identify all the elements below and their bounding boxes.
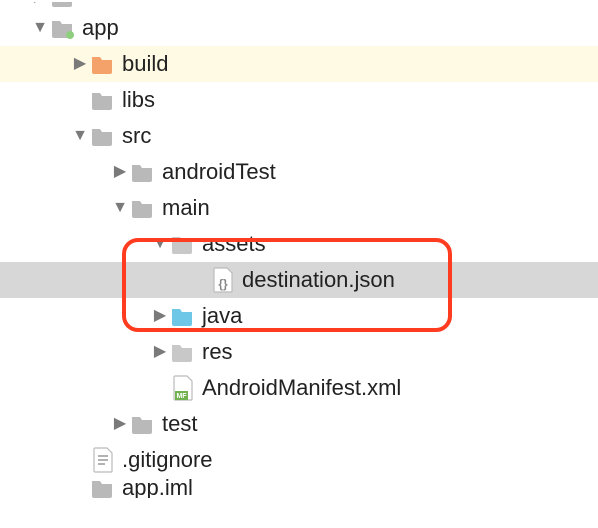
tree-row-java[interactable]: ▶ java [0, 298, 598, 334]
tree-row-test[interactable]: ▶ test [0, 406, 598, 442]
tree-row-build[interactable]: ▶ build [0, 46, 598, 82]
tree-row-androidtest[interactable]: ▶ androidTest [0, 154, 598, 190]
folder-gray-icon [130, 159, 156, 185]
tree-label: main [162, 190, 210, 225]
folder-gray-icon [90, 123, 116, 149]
tree-label: assets [202, 226, 266, 261]
expand-arrow-icon[interactable]: ▶ [30, 2, 50, 10]
tree-row-manifest[interactable]: ▶ MF AndroidManifest.xml [0, 370, 598, 406]
tree-row-assets[interactable]: ▼ assets [0, 226, 598, 262]
folder-gray-icon [130, 195, 156, 221]
tree-label: libs [122, 82, 155, 117]
folder-gray-icon [50, 2, 76, 10]
tree-label: app [82, 10, 119, 45]
tree-row-src[interactable]: ▼ src [0, 118, 598, 154]
tree-label: build [122, 46, 168, 81]
tree-row-app[interactable]: ▼ app [0, 10, 598, 46]
expand-arrow-icon[interactable]: ▶ [150, 303, 170, 329]
tree-label: app.iml [122, 478, 193, 498]
resource-folder-icon [170, 339, 196, 365]
tree-label: test [162, 406, 197, 441]
tree-label: src [122, 118, 151, 153]
project-tree[interactable]: ▶ .idea ▼ app ▶ build ▶ libs ▼ [0, 0, 598, 498]
resource-folder-icon [170, 231, 196, 257]
source-folder-icon [170, 303, 196, 329]
tree-row-gitignore[interactable]: ▶ .gitignore [0, 442, 598, 478]
tree-row-destination-json[interactable]: ▶ {} destination.json [0, 262, 598, 298]
tree-label: java [202, 298, 242, 333]
collapse-arrow-icon[interactable]: ▼ [70, 123, 90, 149]
tree-row-res[interactable]: ▶ res [0, 334, 598, 370]
tree-label: .idea [82, 2, 130, 10]
build-folder-icon [90, 51, 116, 77]
collapse-arrow-icon[interactable]: ▼ [30, 15, 50, 41]
svg-text:MF: MF [176, 393, 187, 400]
tree-label: res [202, 334, 233, 369]
tree-row-main[interactable]: ▼ main [0, 190, 598, 226]
expand-arrow-icon[interactable]: ▶ [70, 51, 90, 77]
collapse-arrow-icon[interactable]: ▼ [110, 195, 130, 221]
manifest-file-icon: MF [170, 375, 196, 401]
tree-row-app-iml[interactable]: ▶ app.iml [0, 478, 598, 498]
tree-label: .gitignore [122, 442, 213, 477]
tree-row-libs[interactable]: ▶ libs [0, 82, 598, 118]
tree-label: androidTest [162, 154, 276, 189]
tree-row-idea[interactable]: ▶ .idea [0, 2, 598, 10]
expand-arrow-icon[interactable]: ▶ [110, 159, 130, 185]
svg-text:{}: {} [218, 277, 228, 291]
text-file-icon [90, 447, 116, 473]
tree-label: destination.json [242, 262, 395, 297]
expand-arrow-icon[interactable]: ▶ [150, 339, 170, 365]
json-file-icon: {} [210, 267, 236, 293]
expand-arrow-icon[interactable]: ▶ [110, 411, 130, 437]
module-folder-icon [50, 15, 76, 41]
folder-gray-icon [130, 411, 156, 437]
folder-gray-icon [90, 87, 116, 113]
folder-gray-icon [90, 478, 116, 498]
collapse-arrow-icon[interactable]: ▼ [150, 231, 170, 257]
tree-label: AndroidManifest.xml [202, 370, 401, 405]
